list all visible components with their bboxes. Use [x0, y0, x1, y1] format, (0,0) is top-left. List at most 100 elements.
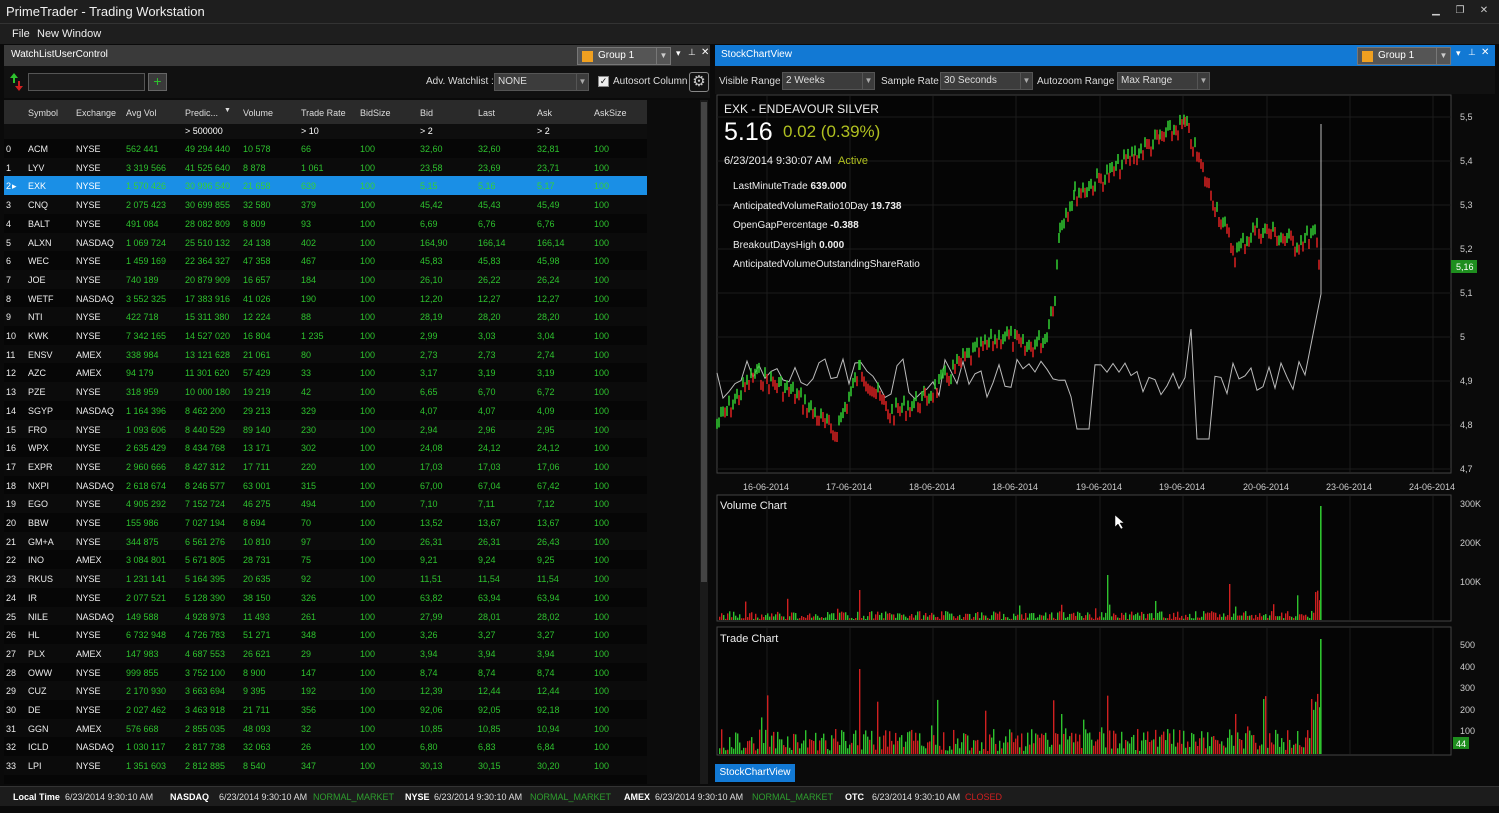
table-row[interactable]: 4 BALT NYSE 491 084 28 082 809 8 809 93 100 6,69… [4, 213, 647, 233]
table-row[interactable]: 0 ACM NYSE 562 441 49 294 440 10 578 66 100 32,6… [4, 139, 647, 158]
trade-bar [847, 748, 849, 754]
table-row[interactable]: 20 BBW NYSE 155 986 7 027 194 8 694 70 100 13,52… [4, 513, 647, 532]
chart-group-select[interactable]: Group 1 ▼ [1357, 47, 1451, 65]
trade-bar [1223, 745, 1225, 754]
trade-bar [1293, 744, 1295, 754]
grid-scrollbar-thumb[interactable] [701, 102, 707, 582]
table-row[interactable]: 30 DE NYSE 2 027 462 3 463 918 21 711 356 100 92… [4, 700, 647, 719]
table-row[interactable]: 14 SGYP NASDAQ 1 164 396 8 462 200 29 213 329 1… [4, 400, 647, 420]
cell-predicted: 5 164 395 [185, 574, 226, 585]
table-row[interactable]: 19 EGO NYSE 4 905 292 7 152 724 46 275 494 100 7… [4, 494, 647, 514]
table-row[interactable]: 17 EXPR NYSE 2 960 666 8 427 312 17 711 220 100… [4, 456, 647, 476]
pin-icon[interactable]: ⊥ [1468, 47, 1476, 58]
menu-new-window[interactable]: New Window [37, 28, 101, 40]
volume-bar [1257, 616, 1259, 620]
table-row[interactable]: 28 OWW NYSE 999 855 3 752 100 8 900 147 100 8,74… [4, 662, 647, 682]
table-row[interactable]: 29 CUZ NYSE 2 170 930 3 663 694 9 395 192 100 12… [4, 681, 647, 701]
col-predicted[interactable]: Predic... [185, 108, 218, 118]
add-symbol-button[interactable]: + [148, 73, 167, 91]
trade-bar [1235, 713, 1237, 754]
sort-arrows-icon[interactable] [10, 73, 24, 91]
sample-rate-select[interactable]: 30 Seconds ▼ [940, 72, 1033, 90]
filter-trade-rate[interactable]: > 10 [301, 126, 319, 136]
menu-file[interactable]: File [12, 28, 30, 40]
table-row[interactable]: 26 HL NYSE 6 732 948 4 726 783 51 271 348 100 3,… [4, 625, 647, 645]
table-row[interactable]: 27 PLX AMEX 147 983 4 687 553 26 621 29 100 3,94… [4, 643, 647, 663]
table-row[interactable]: 13 PZE NYSE 318 959 10 000 180 19 219 42 100 6,6… [4, 382, 647, 402]
visible-range-value: 2 Weeks [786, 75, 825, 86]
table-row[interactable]: 7 JOE NYSE 740 189 20 879 909 16 657 184 100 26,… [4, 269, 647, 289]
cell-row-index: 9 [6, 312, 12, 323]
trade-bar [1117, 748, 1119, 754]
table-row[interactable]: 16 WPX NYSE 2 635 429 8 434 768 13 171 302 100 2… [4, 438, 647, 458]
table-row[interactable]: 3 CNQ NYSE 2 075 423 30 699 855 32 580 379 100 4… [4, 195, 647, 215]
cell-asksize: 100 [594, 312, 610, 323]
table-row[interactable]: 23 RKUS NYSE 1 231 141 5 164 395 20 635 92 100 1… [4, 569, 647, 589]
settings-gear-icon[interactable]: ⚙ [689, 72, 709, 92]
table-row[interactable]: 32 ICLD NASDAQ 1 030 117 2 817 738 32 063 26 10… [4, 737, 647, 757]
col-ask[interactable]: Ask [537, 108, 552, 118]
pin-icon[interactable]: ⊥ [688, 47, 696, 58]
table-row[interactable]: 25 NILE NASDAQ 149 588 4 928 973 11 493 261 100… [4, 606, 647, 626]
table-row[interactable]: 18 NXPI NASDAQ 2 618 674 8 246 577 63 001 315 1… [4, 475, 647, 495]
table-row[interactable]: 6 WEC NYSE 1 459 169 22 364 327 47 358 467 100 4… [4, 251, 647, 271]
table-row[interactable]: 12 AZC AMEX 94 179 11 301 620 57 429 33 100 3,17… [4, 363, 647, 383]
table-row[interactable]: 33 LPI NYSE 1 351 603 2 812 885 8 540 347 100 30… [4, 756, 647, 776]
table-row[interactable]: 5 ALXN NASDAQ 1 069 724 25 510 132 24 138 402 1… [4, 232, 647, 252]
filter-ask[interactable]: > 2 [537, 126, 550, 136]
table-row[interactable]: 2 EXK NYSE 1 570 426 30 996 540 21 658 639 100 5… [4, 176, 647, 196]
trade-bar [1007, 742, 1009, 754]
autosort-checkbox[interactable]: ✓ [598, 76, 609, 87]
cell-volume: 21 658 [243, 181, 271, 192]
panel-close-icon[interactable]: ✕ [1481, 47, 1489, 58]
col-avg-vol[interactable]: Avg Vol [126, 108, 156, 118]
trade-bar [921, 745, 923, 754]
col-exchange[interactable]: Exchange [76, 108, 116, 118]
visible-range-select[interactable]: 2 Weeks ▼ [782, 72, 875, 90]
close-icon[interactable]: ✕ [1476, 4, 1492, 18]
table-row[interactable]: 24 IR NYSE 2 077 521 5 128 390 38 150 326 100 63… [4, 587, 647, 607]
cell-trade-rate: 66 [301, 144, 312, 154]
table-row[interactable]: 21 GM+A NYSE 344 875 6 561 276 10 810 97 100 26,… [4, 531, 647, 551]
table-row[interactable]: 9 NTI NYSE 422 718 15 311 380 12 224 88 100 28,1… [4, 307, 647, 327]
minimize-icon[interactable]: ▁ [1428, 4, 1444, 18]
date-axis-label: 24-06-2014 [1409, 482, 1455, 492]
table-row[interactable]: 10 KWK NYSE 7 342 165 14 527 020 16 804 1 235 1… [4, 326, 647, 345]
table-row[interactable]: 11 ENSV AMEX 338 984 13 121 628 21 061 80 100 2,… [4, 344, 647, 364]
autozoom-select[interactable]: Max Range ▼ [1117, 72, 1210, 90]
col-bid[interactable]: Bid [420, 108, 433, 118]
col-trade-rate[interactable]: Trade Rate [301, 108, 346, 118]
col-volume[interactable]: Volume [243, 108, 273, 118]
symbol-input[interactable] [28, 73, 145, 91]
cell-ask: 45,49 [537, 200, 560, 211]
tab-stockchartview[interactable]: StockChartView [715, 764, 795, 782]
table-row[interactable]: 1 LYV NYSE 3 319 566 41 525 640 8 878 1 061 100… [4, 157, 647, 177]
cell-predicted: 8 246 577 [185, 480, 226, 491]
nyse-label: NYSE [405, 792, 430, 802]
panel-menu-icon[interactable]: ▾ [676, 48, 681, 59]
adv-watchlist-select[interactable]: NONE ▼ [494, 73, 589, 91]
volume-bar [1023, 618, 1025, 620]
stat-outstanding-share-ratio: AnticipatedVolumeOutstandingShareRatio [733, 259, 920, 270]
cell-asksize: 100 [594, 592, 610, 603]
trade-bar [859, 669, 861, 754]
col-symbol[interactable]: Symbol [28, 108, 58, 118]
panel-menu-icon[interactable]: ▾ [1456, 48, 1461, 59]
maximize-icon[interactable]: ❐ [1452, 4, 1468, 18]
stock-chart-svg[interactable]: 5,5 5,4 5,3 5,2 5,1 5 4,9 4,8 4,7 16-06-2014 17-06… [715, 94, 1495, 762]
panel-close-icon[interactable]: ✕ [701, 47, 709, 58]
table-row[interactable]: 8 WETF NASDAQ 3 552 325 17 383 916 41 026 190 1… [4, 288, 647, 308]
col-last[interactable]: Last [478, 108, 495, 118]
col-bidsize[interactable]: BidSize [360, 108, 391, 118]
trade-bar [841, 730, 843, 754]
table-row[interactable]: 31 GGN AMEX 576 668 2 855 035 48 093 32 100 10,8… [4, 718, 647, 738]
table-row[interactable]: 22 INO AMEX 3 084 801 5 671 805 28 731 75 100 9,… [4, 550, 647, 570]
table-row[interactable]: 15 FRO NYSE 1 093 606 8 440 529 89 140 230 100 2… [4, 419, 647, 439]
trade-bar [831, 735, 833, 754]
cell-volume: 26 621 [243, 648, 271, 659]
filter-predicted[interactable]: > 500000 [185, 126, 223, 136]
cell-bidsize: 100 [360, 611, 376, 622]
watchlist-group-select[interactable]: Group 1 ▼ [577, 47, 671, 65]
col-asksize[interactable]: AskSize [594, 108, 627, 118]
filter-bid[interactable]: > 2 [420, 126, 433, 136]
